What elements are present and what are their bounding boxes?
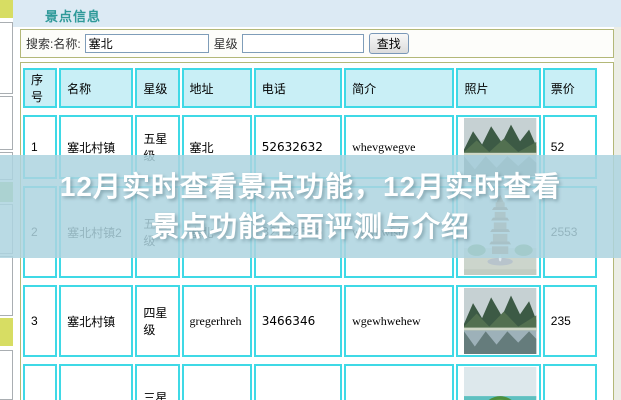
search-panel: 搜索:名称: 星级 查找 [20, 29, 614, 58]
island-sea-photo [456, 364, 541, 400]
sidebar-item[interactable] [0, 350, 13, 400]
table-row: 3 塞北村镇 四星级 gregerhreh 3466346 wgewhwehew 235 [23, 285, 597, 357]
col-header-address: 地址 [181, 68, 252, 108]
sidebar-item[interactable] [0, 318, 13, 346]
col-header-name: 名称 [59, 68, 134, 108]
cell-name: 塞北村镇 [59, 285, 134, 357]
col-header-price: 票价 [542, 68, 597, 108]
cell-intro: wgewhwehew [344, 285, 455, 357]
sidebar-item[interactable] [0, 0, 13, 18]
col-header-star: 星级 [135, 68, 180, 108]
col-header-phone: 电话 [253, 68, 343, 108]
cell-name: 塞北村镇 [59, 364, 134, 400]
cell-phone: 3466346 [253, 285, 343, 357]
cell-address: 塞北 [181, 364, 252, 400]
table-header-row: 序号 名称 星级 地址 电话 简介 照片 票价 [23, 68, 597, 108]
star-label: 星级 [213, 37, 238, 51]
page-title: 景点信息 [45, 9, 102, 24]
cell-address: gregerhreh [181, 285, 252, 357]
star-search-input[interactable] [241, 34, 364, 53]
row-index: 3 [23, 285, 58, 357]
overlay-text-line1: 12月实时查看景点功能，12月实时查看 [59, 170, 562, 202]
cell-intro: erreherhre [344, 364, 455, 400]
cell-price: 235 [542, 285, 597, 357]
search-prefix-label: 搜索:名称: [26, 37, 81, 51]
col-header-index: 序号 [23, 68, 58, 108]
promo-overlay-banner: 12月实时查看景点功能，12月实时查看 景点功能全面评测与介绍 [0, 155, 621, 258]
sidebar-item[interactable] [0, 256, 13, 316]
col-header-intro: 简介 [344, 68, 455, 108]
sidebar-item[interactable] [0, 96, 13, 150]
overlay-text-line2: 景点功能全面评测与介绍 [150, 210, 470, 242]
mountain-lake-photo [456, 285, 541, 357]
sidebar-item[interactable] [0, 22, 13, 94]
cell-phone: 3463636 [253, 364, 343, 400]
cell-star: 四星级 [135, 285, 180, 357]
name-search-input[interactable] [84, 34, 209, 53]
row-index: 4 [23, 364, 58, 400]
search-button[interactable]: 查找 [368, 33, 409, 54]
titlebar: 景点信息 [13, 0, 621, 27]
cell-price: 50 [542, 364, 597, 400]
col-header-photo: 照片 [456, 68, 541, 108]
table-row: 4塞北村镇三星级塞北3463636erreherhre 50 [23, 364, 597, 400]
cell-star: 三星级 [135, 364, 180, 400]
